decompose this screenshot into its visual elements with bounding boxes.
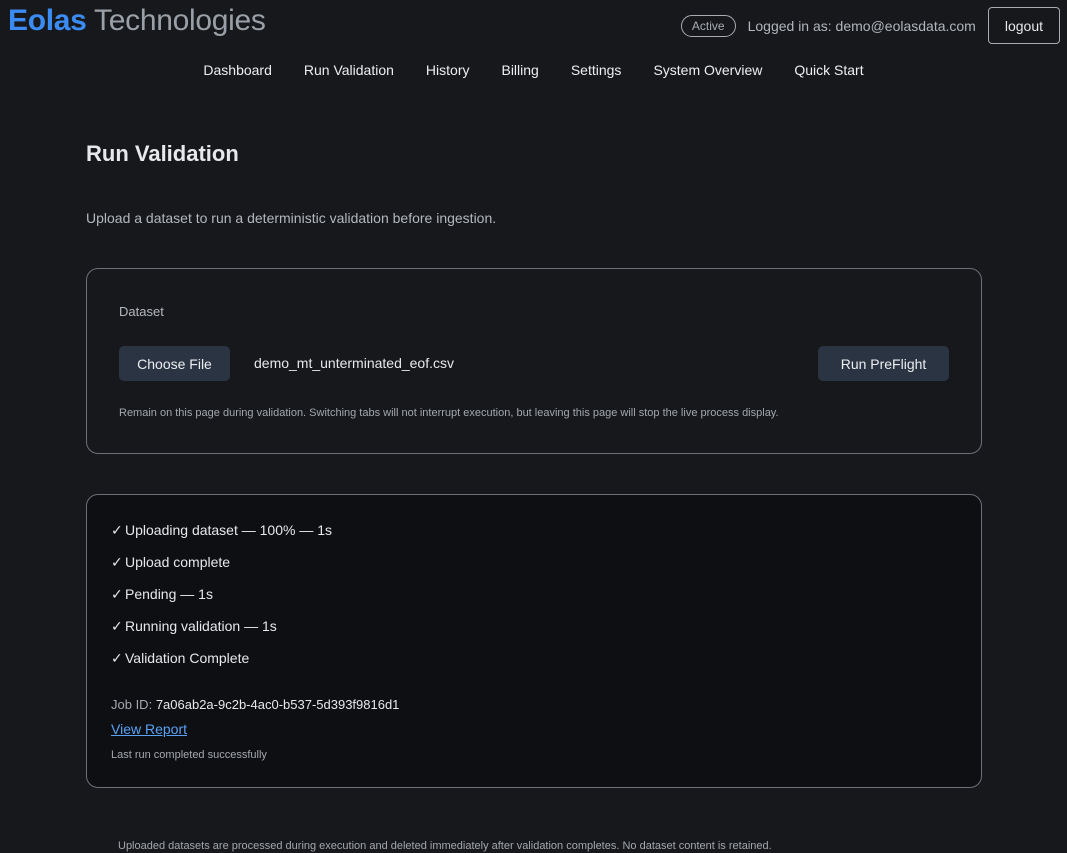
progress-card: ✓ Uploading dataset — 100% — 1s ✓ Upload c… bbox=[86, 494, 982, 788]
step-label: Running validation — 1s bbox=[125, 618, 277, 634]
helper-text: Remain on this page during validation. S… bbox=[119, 407, 779, 419]
view-report-link[interactable]: View Report bbox=[111, 721, 187, 737]
brand-name-secondary: Technologies bbox=[86, 4, 266, 37]
step-label: Uploading dataset — 100% — 1s bbox=[125, 522, 333, 538]
page: Eolas Technologies Active Logged in as: … bbox=[0, 0, 1067, 853]
selected-file-name: demo_mt_unterminated_eof.csv bbox=[254, 355, 454, 371]
check-icon: ✓ bbox=[111, 650, 123, 666]
step-label: Pending — 1s bbox=[125, 586, 213, 602]
job-id-value: 7a06ab2a-9c2b-4ac0-b537-5d393f9816d1 bbox=[155, 697, 400, 712]
logout-button[interactable]: logout bbox=[987, 7, 1060, 44]
nav-billing[interactable]: Billing bbox=[485, 60, 554, 80]
progress-step: ✓ Upload complete bbox=[111, 552, 332, 584]
nav-system-overview[interactable]: System Overview bbox=[637, 60, 778, 80]
progress-steps: ✓ Uploading dataset — 100% — 1s ✓ Upload c… bbox=[111, 520, 332, 680]
progress-step: ✓ Running validation — 1s bbox=[111, 616, 332, 648]
choose-file-button[interactable]: Choose File bbox=[119, 346, 230, 381]
check-icon: ✓ bbox=[111, 586, 123, 602]
brand-logo[interactable]: Eolas Technologies bbox=[8, 3, 266, 39]
job-id-label: Job ID: bbox=[111, 697, 153, 712]
logged-in-user: Logged in as: demo@eolasdata.com bbox=[747, 17, 976, 34]
job-id-line: Job ID: 7a06ab2a-9c2b-4ac0-b537-5d393f98… bbox=[111, 697, 399, 712]
progress-step: ✓ Pending — 1s bbox=[111, 584, 332, 616]
footer-note: Uploaded datasets are processed during e… bbox=[118, 840, 772, 852]
main-nav: Dashboard Run Validation History Billing… bbox=[0, 60, 1067, 80]
progress-step: ✓ Uploading dataset — 100% — 1s bbox=[111, 520, 332, 552]
upload-card: Dataset Choose File demo_mt_unterminated… bbox=[86, 268, 982, 454]
nav-history[interactable]: History bbox=[410, 60, 486, 80]
check-icon: ✓ bbox=[111, 554, 123, 570]
status-badge: Active bbox=[680, 14, 736, 37]
check-icon: ✓ bbox=[111, 618, 123, 634]
page-subtitle: Upload a dataset to run a deterministic … bbox=[86, 210, 497, 226]
nav-run-validation[interactable]: Run Validation bbox=[288, 60, 410, 80]
step-label: Upload complete bbox=[125, 554, 231, 570]
page-title: Run Validation bbox=[86, 141, 239, 166]
brand-name-primary: Eolas bbox=[8, 4, 87, 37]
dataset-label: Dataset bbox=[119, 304, 164, 319]
last-run-status: Last run completed successfully bbox=[111, 749, 267, 761]
progress-step: ✓ Validation Complete bbox=[111, 648, 332, 680]
header-account: Active Logged in as: demo@eolasdata.com … bbox=[680, 7, 1060, 44]
check-icon: ✓ bbox=[111, 522, 123, 538]
run-preflight-button[interactable]: Run PreFlight bbox=[818, 346, 949, 381]
nav-dashboard[interactable]: Dashboard bbox=[187, 60, 288, 80]
nav-settings[interactable]: Settings bbox=[555, 60, 638, 80]
step-label: Validation Complete bbox=[125, 650, 250, 666]
nav-quick-start[interactable]: Quick Start bbox=[778, 60, 879, 80]
